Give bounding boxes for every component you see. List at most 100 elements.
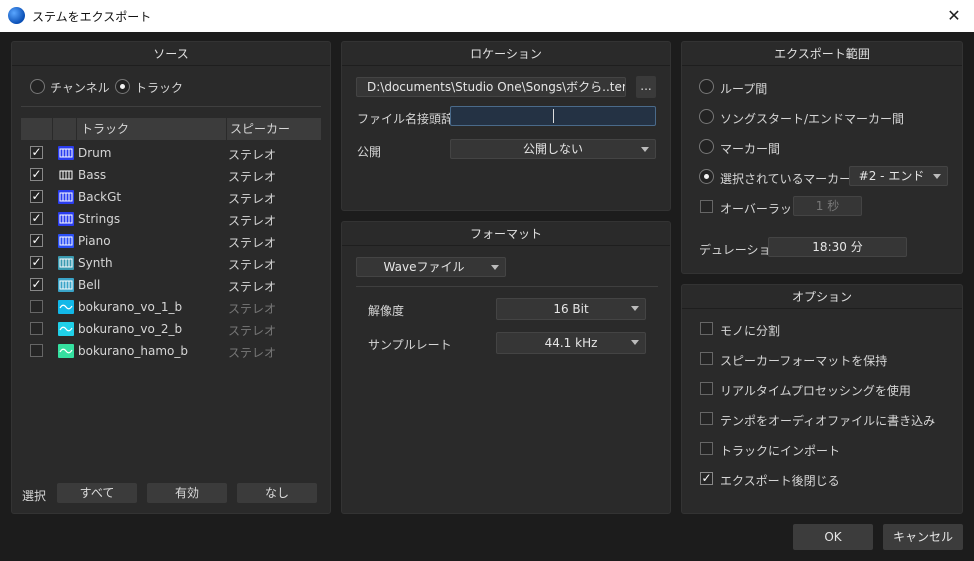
browse-button[interactable]: ...: [636, 76, 656, 98]
col-check: [21, 118, 53, 140]
app-logo-icon: [8, 7, 25, 24]
track-row[interactable]: bokurano_vo_1_b ステレオ: [21, 296, 321, 318]
track-checkbox[interactable]: ✓: [30, 234, 43, 247]
format-panel: フォーマット Waveファイル 解像度 16 Bit サンプルレート 44.1 …: [341, 221, 671, 514]
track-speaker[interactable]: ステレオ: [228, 300, 276, 317]
track-checkbox[interactable]: ✓: [30, 190, 43, 203]
track-speaker[interactable]: ステレオ: [228, 190, 276, 207]
option-checkbox[interactable]: ✓: [700, 472, 713, 485]
option-checkbox[interactable]: [700, 322, 713, 335]
wave-icon: [58, 300, 74, 314]
wave-icon: [58, 344, 74, 358]
keys-icon: [58, 212, 74, 226]
location-header: ロケーション: [342, 42, 670, 66]
track-row[interactable]: ✓ Bell ステレオ: [21, 274, 321, 296]
track-row[interactable]: ✓ Synth ステレオ: [21, 252, 321, 274]
track-row[interactable]: bokurano_vo_2_b ステレオ: [21, 318, 321, 340]
overlap-checkbox[interactable]: [700, 200, 713, 213]
song-markers-radio[interactable]: [699, 109, 714, 124]
selected-markers-radio[interactable]: [699, 169, 714, 184]
track-speaker[interactable]: ステレオ: [228, 146, 276, 163]
loop-radio[interactable]: [699, 79, 714, 94]
samplerate-select[interactable]: 44.1 kHz: [496, 332, 646, 354]
overlap-label[interactable]: オーバーラップ: [720, 200, 804, 217]
marker-select[interactable]: #2 - エンド: [849, 166, 948, 186]
format-header: フォーマット: [342, 222, 670, 246]
track-speaker[interactable]: ステレオ: [228, 234, 276, 251]
track-name: bokurano_vo_2_b: [78, 322, 183, 336]
track-checkbox[interactable]: ✓: [30, 168, 43, 181]
track-checkbox[interactable]: [30, 344, 43, 357]
option-label[interactable]: エクスポート後閉じる: [720, 472, 840, 489]
overlap-input[interactable]: 1 秒: [793, 196, 862, 216]
col-speaker[interactable]: スピーカー: [227, 118, 321, 140]
track-checkbox[interactable]: ✓: [30, 278, 43, 291]
option-checkbox[interactable]: [700, 412, 713, 425]
select-none-button[interactable]: なし: [237, 483, 317, 503]
track-name: BackGt: [78, 190, 122, 204]
selected-markers-label[interactable]: 選択されているマーカー間: [720, 170, 863, 187]
song-markers-label[interactable]: ソングスタート/エンドマーカー間: [720, 110, 904, 127]
location-path-field[interactable]: D:\documents\Studio One\Songs\ボクら..tems: [356, 77, 626, 97]
track-speaker[interactable]: ステレオ: [228, 212, 276, 229]
resolution-select[interactable]: 16 Bit: [496, 298, 646, 320]
track-name: Piano: [78, 234, 111, 248]
channel-radio-label[interactable]: チャンネル: [50, 79, 110, 96]
markers-label[interactable]: マーカー間: [720, 140, 780, 157]
option-label[interactable]: スピーカーフォーマットを保持: [720, 352, 887, 369]
format-type-select[interactable]: Waveファイル: [356, 257, 506, 277]
channel-radio[interactable]: [30, 79, 45, 94]
keys-icon: [58, 278, 74, 292]
option-checkbox[interactable]: [700, 382, 713, 395]
track-speaker[interactable]: ステレオ: [228, 344, 276, 361]
option-label[interactable]: テンポをオーディオファイルに書き込み: [720, 412, 935, 429]
track-speaker[interactable]: ステレオ: [228, 278, 276, 295]
markers-radio[interactable]: [699, 139, 714, 154]
track-row[interactable]: ✓ Bass ステレオ: [21, 164, 321, 186]
track-name: bokurano_vo_1_b: [78, 300, 183, 314]
track-speaker[interactable]: ステレオ: [228, 322, 276, 339]
track-speaker[interactable]: ステレオ: [228, 168, 276, 185]
close-icon[interactable]: ✕: [934, 0, 974, 32]
select-enabled-button[interactable]: 有効: [147, 483, 227, 503]
track-name: Drum: [78, 146, 112, 160]
track-name: Bell: [78, 278, 101, 292]
track-name: Bass: [78, 168, 107, 182]
ok-button[interactable]: OK: [793, 524, 873, 550]
option-label[interactable]: モノに分割: [720, 322, 780, 339]
track-speaker[interactable]: ステレオ: [228, 256, 276, 273]
option-label[interactable]: リアルタイムプロセッシングを使用: [720, 382, 911, 399]
duration-value: 18:30 分: [768, 237, 907, 257]
track-checkbox[interactable]: ✓: [30, 256, 43, 269]
loop-label[interactable]: ループ間: [720, 80, 767, 97]
track-row[interactable]: ✓ BackGt ステレオ: [21, 186, 321, 208]
option-checkbox[interactable]: [700, 442, 713, 455]
track-radio-label[interactable]: トラック: [135, 79, 183, 96]
track-row[interactable]: ✓ Drum ステレオ: [21, 142, 321, 164]
select-all-button[interactable]: すべて: [57, 483, 137, 503]
track-row[interactable]: ✓ Strings ステレオ: [21, 208, 321, 230]
source-header: ソース: [12, 42, 330, 66]
track-radio[interactable]: [115, 79, 130, 94]
track-row[interactable]: ✓ Piano ステレオ: [21, 230, 321, 252]
export-range-panel: エクスポート範囲 ループ間 ソングスタート/エンドマーカー間 マーカー間 選択さ…: [681, 41, 963, 274]
keys-icon: [58, 146, 74, 160]
col-track[interactable]: トラック: [77, 118, 227, 140]
track-checkbox[interactable]: ✓: [30, 212, 43, 225]
title-bar: ステムをエクスポート ✕: [0, 0, 974, 32]
select-label: 選択: [22, 489, 47, 503]
option-checkbox[interactable]: [700, 352, 713, 365]
text-cursor: [553, 109, 554, 123]
options-header: オプション: [682, 285, 962, 309]
track-checkbox[interactable]: ✓: [30, 146, 43, 159]
publish-select[interactable]: 公開しない: [450, 139, 656, 159]
track-row[interactable]: bokurano_hamo_b ステレオ: [21, 340, 321, 362]
keys-icon: [58, 234, 74, 248]
track-checkbox[interactable]: [30, 300, 43, 313]
col-icon: [53, 118, 77, 140]
format-divider: [356, 286, 658, 287]
keys-icon: [58, 256, 74, 270]
option-label[interactable]: トラックにインポート: [720, 442, 840, 459]
cancel-button[interactable]: キャンセル: [883, 524, 963, 550]
track-checkbox[interactable]: [30, 322, 43, 335]
